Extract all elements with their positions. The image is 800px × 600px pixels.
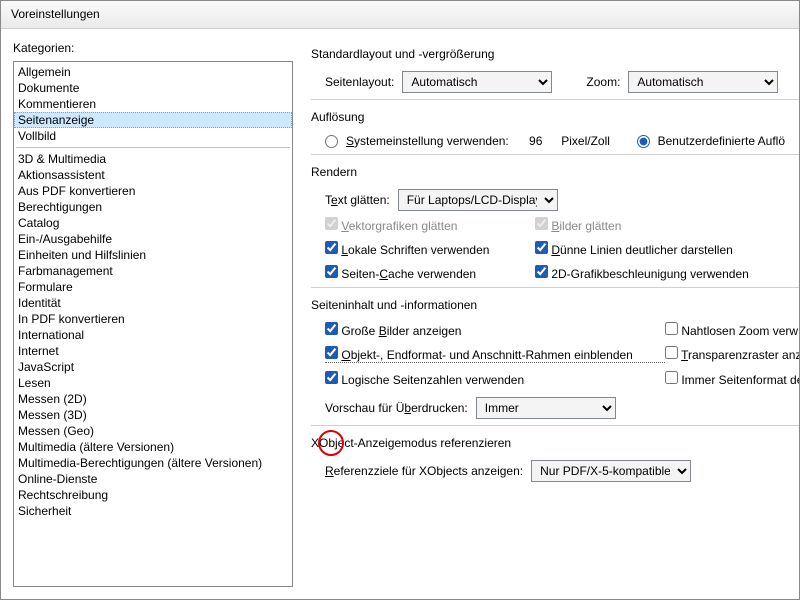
category-item[interactable]: Ein-/Ausgabehilfe — [14, 231, 292, 247]
category-item[interactable]: Messen (3D) — [14, 407, 292, 423]
category-item[interactable]: JavaScript — [14, 359, 292, 375]
category-item[interactable]: Kommentieren — [14, 96, 292, 112]
category-item[interactable]: Einheiten und Hilfslinien — [14, 247, 292, 263]
category-item[interactable]: International — [14, 327, 292, 343]
category-item[interactable]: Multimedia (ältere Versionen) — [14, 439, 292, 455]
categories-label: Kategorien: — [13, 41, 293, 55]
resolution-unit: Pixel/Zoll — [561, 134, 610, 148]
bilder-checkbox — [535, 217, 548, 230]
category-item[interactable]: Identität — [14, 295, 292, 311]
lokale-checkbox-label[interactable]: Lokale Schriften verwenden — [325, 241, 535, 257]
rahmen-label[interactable]: Objekt-, Endformat- und Anschnitt-Rahmen… — [325, 346, 665, 363]
seitenlayout-select[interactable]: Automatisch — [402, 71, 552, 93]
nahtlos-label[interactable]: Nahtlosen Zoom verw — [665, 322, 799, 338]
grosse-bilder-label[interactable]: Große Bilder anzeigen — [325, 322, 665, 338]
category-item[interactable]: Seitenanzeige — [14, 112, 292, 128]
text-glatten-select[interactable]: Für Laptops/LCD-Displays — [398, 189, 558, 211]
category-item[interactable]: Berechtigungen — [14, 199, 292, 215]
gpu-checkbox[interactable] — [535, 265, 548, 278]
cache-checkbox-label[interactable]: Seiten-Cache verwenden — [325, 265, 535, 281]
category-item[interactable]: Multimedia-Berechtigungen (ältere Versio… — [14, 455, 292, 471]
category-item[interactable]: Messen (2D) — [14, 391, 292, 407]
category-item[interactable]: Lesen — [14, 375, 292, 391]
titlebar: Voreinstellungen — [1, 1, 799, 29]
seitenformat-checkbox[interactable] — [665, 371, 678, 384]
custom-resolution-label: Benutzerdefinierte Auflö — [658, 134, 785, 148]
category-item[interactable]: In PDF konvertieren — [14, 311, 292, 327]
category-item[interactable]: Farbmanagement — [14, 263, 292, 279]
category-item[interactable]: Messen (Geo) — [14, 423, 292, 439]
category-item[interactable]: Vollbild — [14, 128, 292, 144]
category-item[interactable]: Rechtschreibung — [14, 487, 292, 503]
text-glatten-label: Text glätten: — [325, 193, 390, 207]
group-rendern-title: Rendern — [311, 165, 799, 179]
system-resolution-radio[interactable] — [325, 135, 338, 148]
category-item[interactable]: Online-Dienste — [14, 471, 292, 487]
group-aufloesung-title: Auflösung — [311, 110, 799, 124]
transparenz-checkbox[interactable] — [665, 346, 678, 359]
group-inhalt-title: Seiteninhalt und -informationen — [311, 298, 799, 312]
ref-select[interactable]: Nur PDF/X-5-kompatible — [531, 460, 691, 482]
rahmen-checkbox[interactable] — [325, 346, 338, 359]
grosse-bilder-checkbox[interactable] — [325, 322, 338, 335]
category-item[interactable]: Formulare — [14, 279, 292, 295]
category-item[interactable]: Internet — [14, 343, 292, 359]
category-item[interactable]: Sicherheit — [14, 503, 292, 519]
vorschau-label: Vorschau für Überdrucken: — [325, 401, 468, 415]
logische-label[interactable]: Logische Seitenzahlen verwenden — [325, 371, 665, 387]
ref-label: Referenzziele für XObjects anzeigen: — [325, 464, 523, 478]
seitenlayout-label: Seitenlayout: — [325, 75, 394, 89]
seitenformat-label[interactable]: Immer Seitenformat de — [665, 371, 799, 387]
transparenz-label[interactable]: Transparenzraster anze — [665, 346, 799, 363]
lokale-checkbox[interactable] — [325, 241, 338, 254]
zoom-label: Zoom: — [586, 75, 620, 89]
system-resolution-value: 96 — [529, 134, 542, 148]
logische-checkbox[interactable] — [325, 371, 338, 384]
gpu-checkbox-label[interactable]: 2D-Grafikbeschleunigung verwenden — [535, 265, 785, 281]
system-resolution-label: Systemeinstellung verwenden: — [346, 134, 509, 148]
vorschau-select[interactable]: Immer — [476, 397, 616, 419]
duenne-checkbox-label[interactable]: Dünne Linien deutlicher darstellen — [535, 241, 785, 257]
group-xobject-title: XObject-Anzeigemodus referenzieren — [311, 436, 799, 450]
group-layout-title: Standardlayout und -vergrößerung — [311, 47, 799, 61]
nahtlos-checkbox[interactable] — [665, 322, 678, 335]
category-item[interactable]: Allgemein — [14, 64, 292, 80]
category-item[interactable]: Catalog — [14, 215, 292, 231]
cache-checkbox[interactable] — [325, 265, 338, 278]
category-item[interactable]: Aktionsassistent — [14, 167, 292, 183]
category-item[interactable]: Aus PDF konvertieren — [14, 183, 292, 199]
vektor-checkbox-label: Vektorgrafiken glätten — [325, 217, 535, 233]
category-item[interactable]: Dokumente — [14, 80, 292, 96]
custom-resolution-radio[interactable] — [637, 135, 650, 148]
category-item[interactable]: 3D & Multimedia — [14, 151, 292, 167]
categories-listbox[interactable]: AllgemeinDokumenteKommentierenSeitenanze… — [13, 61, 293, 587]
duenne-checkbox[interactable] — [535, 241, 548, 254]
vektor-checkbox — [325, 217, 338, 230]
bilder-checkbox-label: Bilder glätten — [535, 217, 785, 233]
zoom-select[interactable]: Automatisch — [628, 71, 778, 93]
